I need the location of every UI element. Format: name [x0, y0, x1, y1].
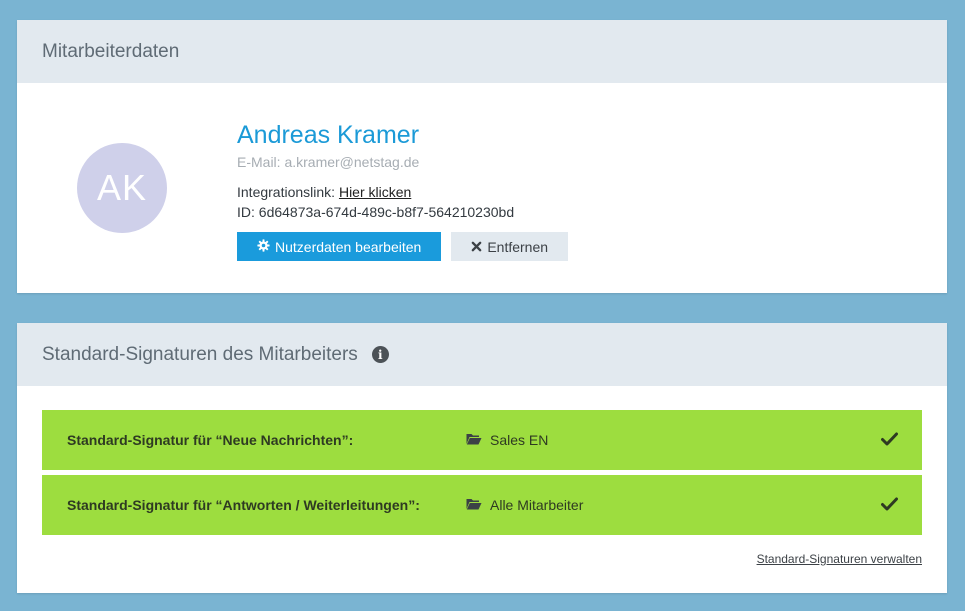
avatar-initials: AK	[96, 167, 148, 208]
signatures-card-header: Standard-Signaturen des Mitarbeiters i	[17, 323, 947, 386]
check-icon	[881, 495, 898, 516]
signature-row-value: Sales EN	[466, 432, 548, 448]
folder-open-icon	[466, 432, 482, 448]
signature-row-label: Standard-Signatur für “Antworten / Weite…	[67, 497, 420, 513]
remove-button-label: Entfernen	[487, 238, 549, 255]
edit-user-button[interactable]: Nutzerdaten bearbeiten	[237, 232, 442, 261]
employee-name: Andreas Kramer	[237, 121, 420, 149]
employee-id: ID: 6d64873a-674d-489c-b8f7-564210230bd	[237, 204, 515, 220]
edit-user-button-label: Nutzerdaten bearbeiten	[275, 238, 422, 255]
gear-icon	[257, 238, 270, 255]
close-icon	[471, 239, 482, 255]
signature-row-new-messages[interactable]: Standard-Signatur für “Neue Nachrichten”…	[42, 410, 922, 470]
signatures-card-title: Standard-Signaturen des Mitarbeiters	[42, 343, 358, 365]
avatar: AK	[77, 143, 167, 233]
integration-link-row: Integrationslink: Hier klicken	[237, 184, 568, 200]
employee-card-title: Mitarbeiterdaten	[42, 40, 180, 62]
info-icon[interactable]: i	[371, 346, 389, 363]
integration-link-label: Integrationslink:	[237, 184, 336, 200]
signatures-card: Standard-Signaturen des Mitarbeiters i S…	[17, 323, 947, 593]
folder-open-icon	[466, 497, 482, 513]
employee-actions: Nutzerdaten bearbeiten Entfernen	[237, 232, 569, 261]
remove-button[interactable]: Entfernen	[451, 232, 569, 261]
employee-email: E-Mail: a.kramer@netstag.de	[237, 154, 420, 170]
signature-row-label: Standard-Signatur für “Neue Nachrichten”…	[67, 432, 354, 448]
signature-row-value-text: Sales EN	[490, 432, 549, 448]
employee-info: Andreas Kramer E-Mail: a.kramer@netstag.…	[237, 120, 569, 261]
employee-card: Mitarbeiterdaten AK Andreas Kramer E-Mai…	[17, 20, 947, 293]
employee-card-header: Mitarbeiterdaten	[17, 20, 947, 83]
signature-row-value-text: Alle Mitarbeiter	[490, 497, 584, 513]
integration-link[interactable]: Hier klicken	[339, 184, 411, 200]
signature-row-replies[interactable]: Standard-Signatur für “Antworten / Weite…	[42, 475, 922, 535]
manage-signatures-link[interactable]: Standard-Signaturen verwalten	[757, 552, 922, 566]
check-icon	[881, 430, 898, 451]
signature-row-value: Alle Mitarbeiter	[466, 497, 583, 513]
